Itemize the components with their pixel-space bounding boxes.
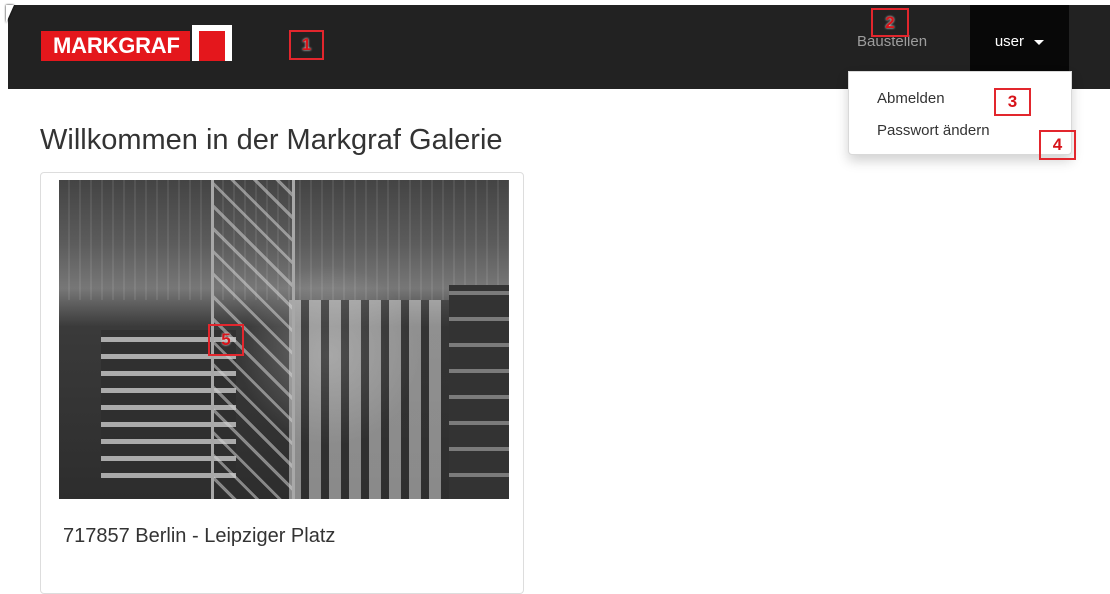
brand-logo-link[interactable]: MARKGRAF	[41, 25, 232, 62]
construction-site-image[interactable]	[59, 180, 509, 499]
card-caption: 717857 Berlin - Leipziger Platz	[63, 525, 336, 547]
brand-logo-mark	[191, 25, 232, 61]
user-menu-toggle[interactable]: user	[970, 5, 1069, 79]
mouse-pointer-icon	[6, 5, 14, 23]
annotation-marker-2: 2	[871, 8, 909, 37]
building-right-image-detail	[289, 300, 464, 499]
wall-image-detail	[449, 285, 509, 499]
annotation-marker-5: 5	[208, 324, 244, 356]
brand-logo-text: MARKGRAF	[41, 31, 190, 61]
logout-menu-item[interactable]: Abmelden	[877, 90, 945, 107]
annotation-marker-1: 1	[289, 30, 324, 60]
caret-down-icon	[1034, 39, 1045, 45]
annotation-marker-3: 3	[994, 88, 1031, 116]
user-menu-label: user	[994, 33, 1024, 50]
page-title: Willkommen in der Markgraf Galerie	[40, 124, 503, 156]
change-password-menu-item[interactable]: Passwort ändern	[877, 122, 990, 139]
gallery-card[interactable]: 717857 Berlin - Leipziger Platz	[40, 172, 524, 594]
brand-logo-red-shape	[198, 31, 225, 61]
annotation-marker-4: 4	[1039, 130, 1076, 160]
